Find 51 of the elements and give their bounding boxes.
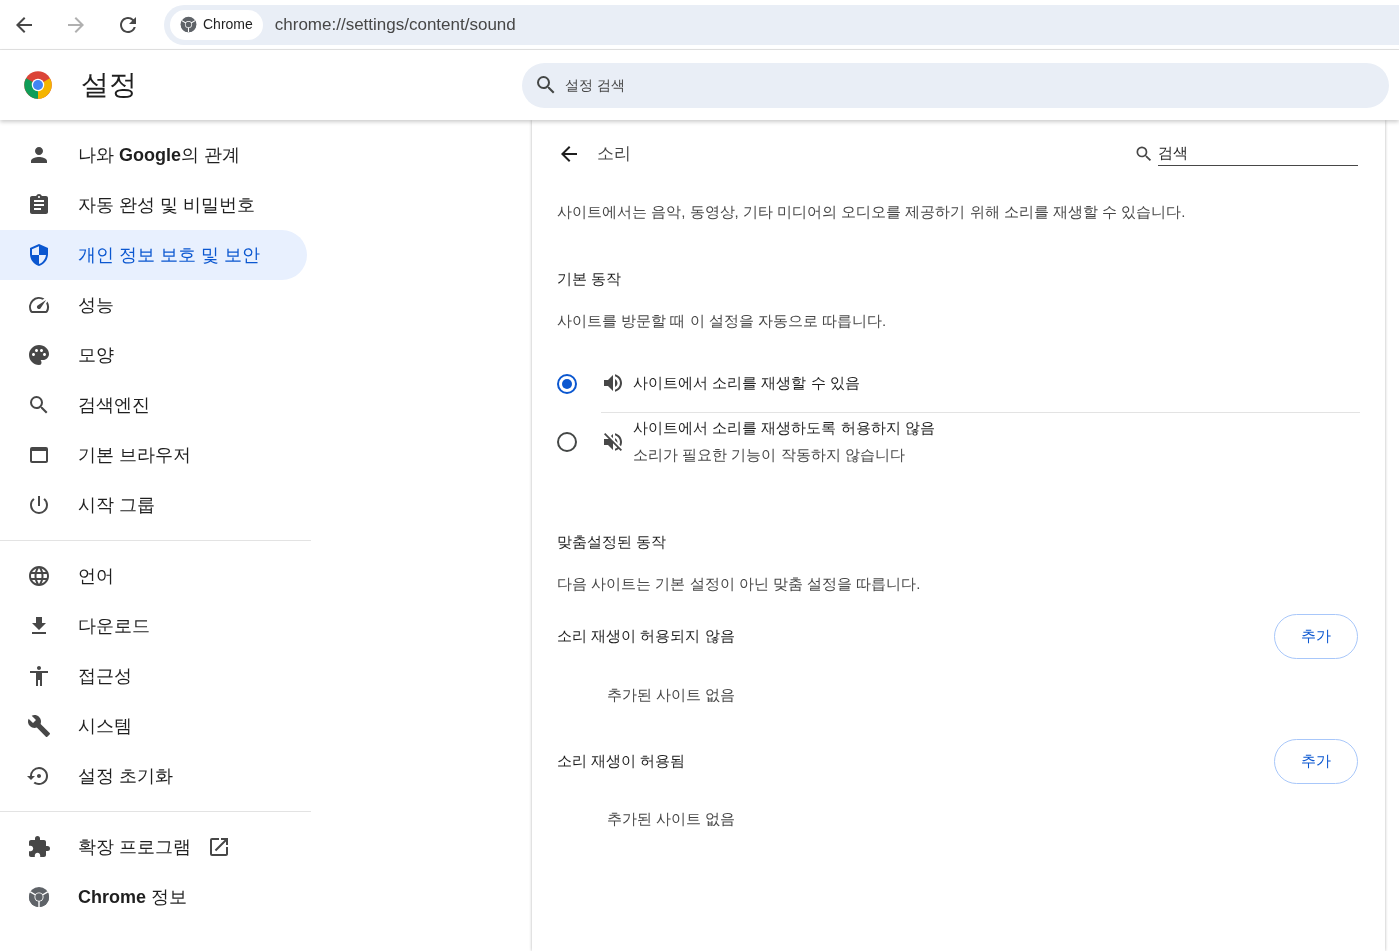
list-heading: 소리 재생이 허용되지 않음 — [557, 626, 735, 647]
page-search-field[interactable]: 검색 — [1158, 142, 1358, 166]
section-heading: 기본 동작 — [557, 268, 623, 289]
url-text: chrome://settings/content/sound — [274, 13, 516, 36]
speaker-icon — [601, 371, 625, 395]
search-icon — [1134, 144, 1154, 164]
external-link-icon — [207, 835, 231, 859]
sidebar-item[interactable]: Chrome 정보 — [0, 872, 307, 922]
radio-button[interactable] — [557, 373, 577, 394]
section-heading: 맞춤설정된 동작 — [557, 531, 668, 552]
sidebar-item[interactable]: 설정 초기화 — [0, 751, 307, 801]
description-text: 사이트에서는 음악, 동영상, 기타 미디어의 오디오를 제공하기 위해 소리를 재생할 수 있습니다. — [557, 202, 1187, 222]
empty-list-text: 추가된 사이트 없음 — [607, 809, 737, 829]
clipboard-icon — [27, 193, 51, 217]
shield-icon — [27, 243, 51, 267]
accessibility-icon — [27, 664, 51, 688]
puzzle-icon — [27, 835, 51, 859]
option-label: 사이트에서 소리를 재생할 수 있음 — [633, 372, 860, 393]
empty-list-text: 추가된 사이트 없음 — [607, 684, 737, 705]
site-chip[interactable]: Chrome — [170, 9, 263, 40]
sidebar-item[interactable]: 언어 — [0, 551, 307, 601]
list-heading: 소리 재생이 허용됨 — [557, 750, 686, 771]
sidebar-item[interactable]: 성능 — [0, 280, 307, 330]
sidebar-item[interactable]: 개인 정보 보호 및 보안 — [0, 230, 307, 280]
sidebar-item[interactable]: 자동 완성 및 비밀번호 — [0, 180, 307, 230]
sidebar-item[interactable]: 시작 그룹 — [0, 480, 307, 530]
chrome-icon — [28, 886, 50, 908]
radio-button[interactable] — [557, 431, 577, 452]
page-title: 소리 — [597, 143, 631, 166]
globe-icon — [27, 564, 51, 588]
option-label: 사이트에서 소리를 재생하도록 허용하지 않음 — [633, 418, 935, 438]
sidebar-item[interactable]: 확장 프로그램 — [0, 822, 307, 872]
wrench-icon — [27, 714, 51, 738]
palette-icon — [27, 343, 51, 367]
sidebar-item[interactable]: 접근성 — [0, 651, 307, 701]
sidebar-item[interactable]: 다운로드 — [0, 601, 307, 651]
settings-search-field[interactable]: 설정 검색 — [522, 62, 1389, 108]
sidebar-item[interactable]: 검색엔진 — [0, 380, 307, 430]
section-description: 다음 사이트는 기본 설정이 아닌 맞춤 설정을 따릅니다. — [557, 574, 922, 594]
power-icon — [27, 493, 51, 517]
settings-title: 설정 — [81, 68, 138, 102]
sidebar-item[interactable]: 나와 Google의 관계 — [0, 130, 307, 180]
chrome-icon — [180, 16, 197, 33]
section-description: 사이트를 방문할 때 이 설정을 자동으로 따릅니다. — [557, 311, 888, 331]
chrome-logo — [23, 70, 53, 100]
option-sublabel: 소리가 필요한 기능이 작동하지 않습니다 — [633, 444, 906, 465]
sidebar-item[interactable]: 기본 브라우저 — [0, 430, 307, 480]
history-icon — [27, 764, 51, 788]
sidebar-item[interactable]: 시스템 — [0, 701, 307, 751]
address-bar[interactable]: Chrome chrome://settings/content/sound — [164, 4, 1399, 45]
sidebar-item[interactable]: 모양 — [0, 330, 307, 380]
